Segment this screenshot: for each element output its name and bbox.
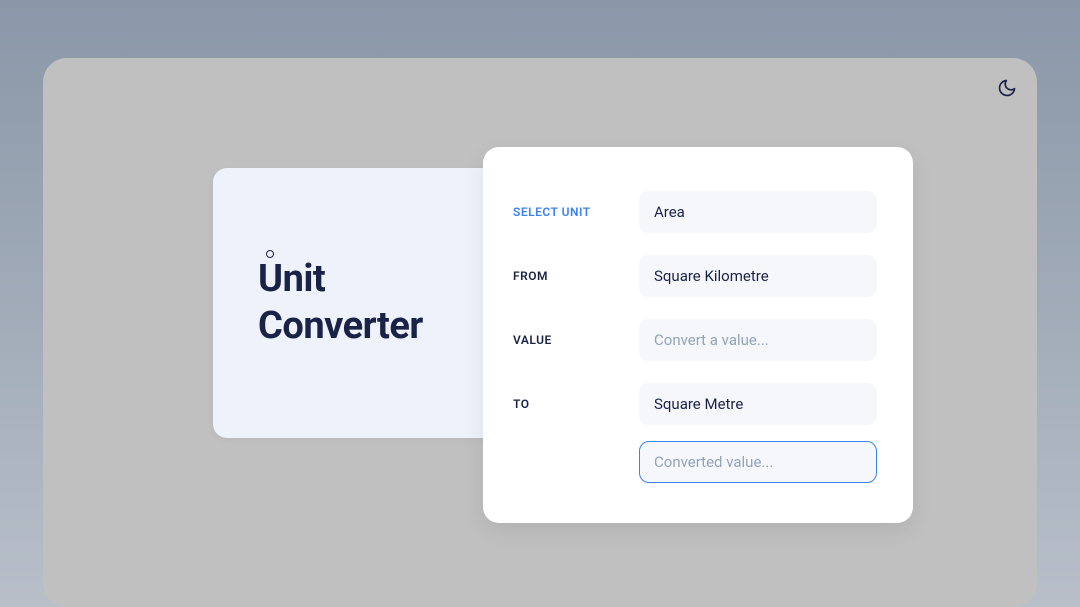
from-label: FROM — [513, 269, 623, 283]
to-label: TO — [513, 397, 623, 411]
to-row: TO Square Metre — [513, 383, 877, 425]
from-row: FROM Square Kilometre — [513, 255, 877, 297]
moon-icon — [997, 78, 1017, 98]
app-title: Unit Converter — [258, 256, 423, 351]
from-unit-select[interactable]: Square Kilometre — [639, 255, 877, 297]
unit-type-select[interactable]: Area — [639, 191, 877, 233]
output-input[interactable] — [639, 441, 877, 483]
value-input[interactable] — [639, 319, 877, 361]
select-unit-label: SELECT UNIT — [513, 205, 623, 219]
converter-form: SELECT UNIT Area FROM Square Kilometre V… — [483, 147, 913, 523]
value-row: VALUE — [513, 319, 877, 361]
to-unit-select[interactable]: Square Metre — [639, 383, 877, 425]
value-label: VALUE — [513, 333, 623, 347]
output-row — [513, 441, 877, 483]
content-wrapper: Unit Converter SELECT UNIT Area FROM Squ… — [213, 168, 1017, 438]
theme-toggle-button[interactable] — [995, 76, 1019, 100]
app-container: Unit Converter SELECT UNIT Area FROM Squ… — [43, 58, 1037, 607]
select-unit-row: SELECT UNIT Area — [513, 191, 877, 233]
